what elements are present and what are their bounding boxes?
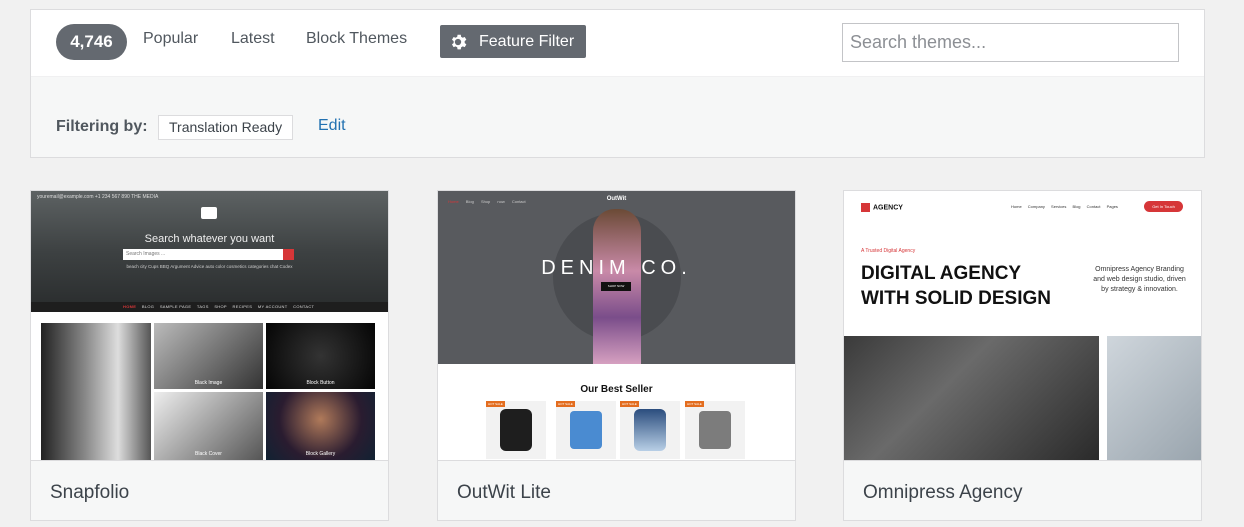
theme-name[interactable]: Snapfolio xyxy=(50,482,129,504)
feature-filter-label: Feature Filter xyxy=(479,32,575,50)
search-themes-input[interactable] xyxy=(842,23,1179,62)
preview-hero: youremail@example.com +1 234 567 890 THE… xyxy=(31,191,388,302)
theme-screenshot: Home Blog Shop now Contact OutWit DENIM … xyxy=(438,191,795,460)
gallery-tile: Block Gallery xyxy=(266,392,375,460)
preview-logo: OutWit xyxy=(606,196,627,202)
preview-header: AGENCY Home Company Services Blog Contac… xyxy=(844,191,1201,336)
preview-nav-item: SHOP xyxy=(214,304,227,309)
preview-best-seller: Our Best Seller HOT SALE HOT SALE HOT SA… xyxy=(438,364,795,460)
preview-menu-item: Contact xyxy=(1086,204,1101,209)
preview-nav-item: MY ACCOUNT xyxy=(257,304,288,309)
preview-section-title: Our Best Seller xyxy=(580,384,653,395)
product-thumb: HOT SALE xyxy=(556,401,616,459)
preview-cta-button: Get In Touch xyxy=(1144,201,1183,212)
preview-nav-item: CONTACT xyxy=(293,304,315,309)
gallery-tile-label: Block Gallery xyxy=(305,451,336,457)
preview-title: Search whatever you want xyxy=(144,233,275,245)
gallery-tile-label: Black Image xyxy=(194,380,223,386)
preview-photo-office xyxy=(1107,336,1201,460)
gallery-tile-label: Block Button xyxy=(306,380,335,386)
preview-menu: Home Company Services Blog Contact Pages xyxy=(1011,204,1118,209)
preview-headline-line: WITH SOLID DESIGN xyxy=(861,288,1051,309)
product-image xyxy=(634,409,666,451)
sale-badge: HOT SALE xyxy=(685,401,704,407)
gallery-tile-label: Black Cover xyxy=(195,451,222,457)
gallery-tile: Black Image xyxy=(154,323,263,389)
gallery-tile: Block Button xyxy=(266,323,375,389)
preview-menu-item: Company xyxy=(1027,204,1045,209)
gear-icon xyxy=(451,34,467,49)
theme-filter-panel: 4,746 Popular Latest Block Themes Featur… xyxy=(30,9,1205,158)
preview-subtext: Omnipress Agency Branding and web design… xyxy=(1093,266,1186,293)
theme-card-snapfolio[interactable]: youremail@example.com +1 234 567 890 THE… xyxy=(30,190,389,521)
tab-block-themes[interactable]: Block Themes xyxy=(306,30,407,48)
theme-name[interactable]: Omnipress Agency xyxy=(863,482,1022,504)
preview-kicker: A Trusted Digital Agency xyxy=(861,248,916,254)
camera-icon xyxy=(201,207,217,219)
product-image xyxy=(570,411,602,449)
preview-hero: Home Blog Shop now Contact OutWit DENIM … xyxy=(438,191,795,364)
preview-gallery: Black Image Block Button Black Cover Blo… xyxy=(39,321,377,460)
theme-name[interactable]: OutWit Lite xyxy=(457,482,551,504)
tab-latest[interactable]: Latest xyxy=(231,30,275,48)
theme-screenshot: youremail@example.com +1 234 567 890 THE… xyxy=(31,191,388,460)
preview-topbar: youremail@example.com +1 234 567 890 THE… xyxy=(37,194,159,200)
product-thumb: HOT SALE xyxy=(486,401,546,459)
preview-menu-item: Home xyxy=(1011,204,1022,209)
filter-tag-translation-ready: Translation Ready xyxy=(158,115,294,140)
filtering-row: Filtering by: Translation Ready Edit xyxy=(31,77,1204,157)
sale-badge: HOT SALE xyxy=(486,401,505,407)
theme-name-bar: Omnipress Agency xyxy=(844,460,1201,520)
sale-badge: HOT SALE xyxy=(620,401,639,407)
theme-card-omnipress-agency[interactable]: AGENCY Home Company Services Blog Contac… xyxy=(843,190,1202,521)
preview-nav-item: TAGS xyxy=(196,304,209,309)
theme-card-outwit-lite[interactable]: Home Blog Shop now Contact OutWit DENIM … xyxy=(437,190,796,521)
theme-name-bar: OutWit Lite xyxy=(438,460,795,520)
preview-logo-text: AGENCY xyxy=(873,204,903,212)
product-thumb: HOT SALE xyxy=(620,401,680,459)
preview-menu-item: Blog xyxy=(1072,204,1081,209)
preview-menu-item: Services xyxy=(1051,204,1067,209)
preview-nav-item: RECIPES xyxy=(232,304,253,309)
preview-headline-line: DIGITAL AGENCY xyxy=(861,263,1022,284)
preview-photo-meeting xyxy=(844,336,1099,460)
filtering-by-label: Filtering by: xyxy=(56,118,148,135)
feature-filter-button[interactable]: Feature Filter xyxy=(440,25,586,58)
preview-search: Search Images ... xyxy=(123,249,283,260)
preview-nav-item: HOME xyxy=(123,304,137,309)
product-thumb: HOT SALE xyxy=(685,401,745,459)
preview-nav: HOME BLOG SAMPLE PAGE TAGS SHOP RECIPES … xyxy=(31,302,388,312)
preview-tags: beach city Cups BBQ Argument Advice auto… xyxy=(126,264,293,269)
preview-search-icon xyxy=(283,249,294,260)
logo-icon xyxy=(861,203,870,212)
gallery-image-large xyxy=(41,323,151,460)
edit-filter-link[interactable]: Edit xyxy=(318,117,346,135)
preview-nav-item: SAMPLE PAGE xyxy=(159,304,192,309)
preview-menu-item: Pages xyxy=(1106,204,1118,209)
product-image xyxy=(699,411,731,449)
preview-headline: DIGITAL AGENCY WITH SOLID DESIGN xyxy=(861,261,1051,311)
theme-screenshot: AGENCY Home Company Services Blog Contac… xyxy=(844,191,1201,460)
filter-bar: 4,746 Popular Latest Block Themes Featur… xyxy=(31,10,1204,77)
gallery-tile: Black Cover xyxy=(154,392,263,460)
preview-hero-text: DENIM CO. xyxy=(541,257,692,279)
preview-nav-item: BLOG xyxy=(141,304,155,309)
tab-popular[interactable]: Popular xyxy=(143,30,198,48)
preview-shop-button: SHOP NOW xyxy=(601,282,631,291)
theme-count-badge: 4,746 xyxy=(56,24,127,60)
sale-badge: HOT SALE xyxy=(556,401,575,407)
preview-logo: AGENCY xyxy=(861,203,903,212)
theme-name-bar: Snapfolio xyxy=(31,460,388,520)
product-image xyxy=(500,409,532,451)
